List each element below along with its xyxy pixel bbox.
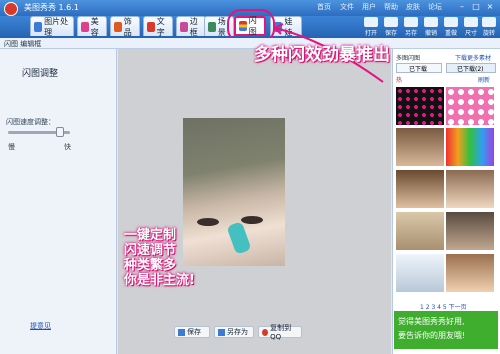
redo-button[interactable]: 重做 — [440, 16, 462, 38]
heart-icon — [114, 21, 122, 32]
flash-thumbnail[interactable] — [446, 128, 494, 166]
speed-label: 闪图速度调整： — [6, 118, 55, 126]
tool-label: 旋转 — [482, 30, 495, 37]
rotate-button[interactable]: 旋转 — [478, 16, 500, 38]
flash-thumbnail[interactable] — [446, 212, 494, 250]
category-label: 多图闪图 — [396, 55, 421, 62]
tab-beauty[interactable]: 美容 — [77, 16, 107, 37]
maximize-button[interactable]: □ — [470, 2, 482, 12]
slow-label: 慢 — [8, 143, 15, 151]
promo-line-1: 觉得美图秀秀好用, — [398, 317, 465, 326]
save-as-icon — [218, 328, 225, 336]
edit-frame-label: 闪图 编辑框 — [4, 40, 42, 48]
app-logo-icon — [4, 2, 18, 16]
window-title: 美图秀秀 1.6.1 — [24, 3, 79, 12]
save-as-label: 另存为 — [227, 328, 248, 336]
tab-accessories[interactable]: 饰品 — [110, 16, 140, 37]
undo-button[interactable]: 撤销 — [420, 16, 442, 38]
resize-icon — [464, 17, 478, 27]
flash-thumbnail[interactable] — [396, 254, 444, 292]
flash-thumbnail[interactable] — [446, 254, 494, 292]
menu-skin[interactable]: 皮肤 — [406, 2, 420, 12]
menu-help[interactable]: 帮助 — [384, 2, 398, 12]
copy-label: 复制到QQ — [270, 324, 292, 341]
tab-downloaded-2[interactable]: 已下载(2) — [446, 63, 496, 73]
hot-subtab[interactable]: 热 — [396, 75, 402, 84]
note-4: 你是非主流! — [124, 273, 195, 288]
redo-icon — [444, 17, 458, 27]
refresh-link[interactable]: 刷新 — [478, 75, 490, 84]
note-1: 一键定制 — [124, 228, 177, 243]
text-icon — [147, 21, 155, 32]
promo-line-2: 要告诉你的朋友哦! — [398, 331, 466, 340]
save-as-button[interactable]: 另存为 — [214, 326, 254, 338]
feedback-link[interactable]: 提意见 — [30, 321, 51, 331]
menu-file[interactable]: 文件 — [340, 2, 354, 12]
menu-user[interactable]: 用户 — [362, 2, 376, 12]
menu-forum[interactable]: 论坛 — [428, 2, 442, 12]
tab-text[interactable]: 文字 — [143, 16, 173, 37]
headline-callout: 多种闪效劲暴推出 — [254, 45, 390, 65]
flash-thumbnail[interactable] — [396, 212, 444, 250]
frame-icon — [180, 21, 188, 32]
save-icon — [178, 328, 185, 336]
tab-frame[interactable]: 边框 — [176, 16, 206, 37]
tab-label: 图片处理 — [44, 16, 69, 37]
eye-shape — [241, 216, 263, 224]
fast-label: 快 — [64, 143, 71, 151]
tool-label: 另存 — [404, 30, 417, 37]
save-label: 保存 — [187, 328, 201, 336]
panel-heading: 闪图调整 — [22, 69, 59, 79]
tool-label: 保存 — [384, 30, 397, 37]
speed-slider-thumb[interactable] — [56, 127, 64, 137]
scene-icon — [208, 21, 216, 32]
save-button[interactable]: 保存 — [174, 326, 210, 338]
face-icon — [81, 21, 89, 32]
tab-label: 美容 — [90, 16, 99, 37]
close-button[interactable]: × — [484, 2, 496, 12]
tab-label: 边框 — [189, 16, 198, 37]
save-as-icon — [404, 17, 418, 27]
tool-label: 尺寸 — [464, 30, 477, 37]
copy-qq-button[interactable]: 复制到QQ — [258, 324, 302, 341]
tab-image-edit[interactable]: 图片处理 — [30, 16, 74, 37]
flash-thumbnail[interactable] — [396, 128, 444, 166]
flash-thumbnail[interactable] — [396, 87, 444, 125]
minimize-button[interactable]: – — [456, 2, 468, 12]
eye-shape — [197, 218, 219, 226]
finger-nails — [226, 221, 252, 255]
picture-icon — [34, 21, 43, 32]
tab-label: 文字 — [156, 16, 165, 37]
menu-home[interactable]: 首页 — [317, 2, 331, 12]
edit-frame-bar — [0, 38, 500, 49]
save-icon — [384, 17, 398, 27]
note-3: 种类繁多 — [124, 258, 177, 273]
tab-label: 饰品 — [123, 16, 132, 37]
tool-label: 撤销 — [424, 30, 437, 37]
qq-icon — [262, 328, 269, 336]
flash-thumbnail[interactable] — [446, 170, 494, 208]
tool-label: 重做 — [444, 30, 457, 37]
flash-thumbnail[interactable] — [446, 87, 494, 125]
photo-preview — [183, 118, 285, 266]
tab-downloaded[interactable]: 已下载 — [396, 63, 442, 73]
download-more-link[interactable]: 下载更多素材 — [455, 53, 491, 62]
undo-icon — [424, 17, 438, 27]
note-2: 闪速调节 — [124, 243, 177, 258]
save-as-tool-button[interactable]: 另存 — [400, 16, 422, 38]
flash-thumbnail[interactable] — [396, 170, 444, 208]
rotate-icon — [482, 17, 496, 27]
pagination[interactable]: 1 2 3 4 5 下一页 — [420, 302, 467, 311]
left-panel — [0, 49, 117, 354]
